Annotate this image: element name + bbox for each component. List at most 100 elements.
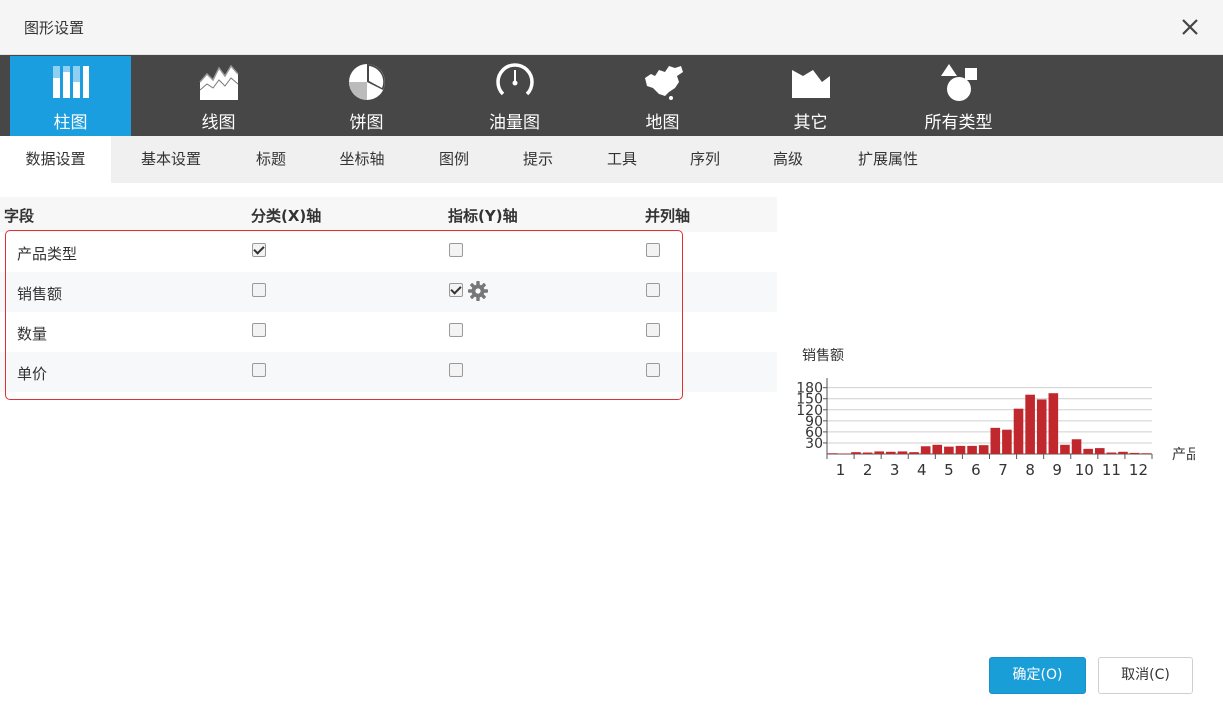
bar <box>1002 429 1012 454</box>
tab-tools[interactable]: 工具 <box>596 136 648 183</box>
x-tick-label: 2 <box>863 461 873 479</box>
y-axis-checkbox[interactable] <box>449 243 463 257</box>
bar <box>990 427 1001 454</box>
field-table: 字段 分类(X)轴 指标(Y)轴 并列轴 产品类型 销售额 数量 单价 <box>0 197 777 392</box>
parallel-axis-checkbox[interactable] <box>646 243 660 257</box>
chart-type-label: 饼图 <box>349 113 384 133</box>
header-field: 字段 <box>4 207 35 225</box>
x-tick-label: 7 <box>998 461 1008 479</box>
chart-type-label: 地图 <box>645 113 680 133</box>
tab-data-settings[interactable]: 数据设置 <box>0 136 111 183</box>
x-axis-checkbox[interactable] <box>252 363 266 377</box>
tab-basic-settings[interactable]: 基本设置 <box>126 136 216 183</box>
bar <box>886 451 896 454</box>
bar <box>839 453 850 455</box>
chart-type-all[interactable]: 所有类型 <box>898 56 1019 136</box>
bar <box>1036 399 1047 454</box>
bar <box>1118 451 1128 454</box>
bar <box>955 445 966 454</box>
bar <box>1083 448 1093 454</box>
bar-chart-icon <box>52 66 89 98</box>
chart-type-label: 柱图 <box>53 113 88 133</box>
chart-type-label: 油量图 <box>489 113 540 133</box>
chart-type-map[interactable]: 地图 <box>602 56 723 136</box>
bar <box>1025 394 1035 454</box>
x-axis-label: 产品 <box>1172 447 1195 463</box>
bar <box>1094 448 1105 454</box>
chart-preview: 销售额3060901201501801 2 3 4 5 6 7 8 9 10 11 12产品 <box>796 348 1195 479</box>
tab-series[interactable]: 序列 <box>679 136 731 183</box>
header-parallel-axis: 并列轴 <box>645 207 691 225</box>
y-tick-label: 180 <box>796 381 823 397</box>
tab-title[interactable]: 标题 <box>244 136 298 183</box>
chart-type-pie[interactable]: 饼图 <box>306 56 427 136</box>
x-axis-checkbox[interactable] <box>252 243 266 257</box>
bar <box>1106 452 1117 454</box>
gauge-icon <box>495 63 534 101</box>
china-map-icon <box>644 66 683 100</box>
x-axis-checkbox[interactable] <box>252 283 266 297</box>
bar <box>828 453 838 454</box>
pie-chart-icon <box>348 64 385 100</box>
field-table-header: 字段 分类(X)轴 指标(Y)轴 并列轴 <box>0 197 777 232</box>
parallel-axis-checkbox[interactable] <box>646 323 660 337</box>
chart-type-label: 线图 <box>201 113 236 133</box>
x-tick-label: 9 <box>1052 461 1062 479</box>
bar <box>874 451 885 454</box>
x-tick-label: 3 <box>890 461 900 479</box>
bar <box>851 452 861 454</box>
chart-type-other[interactable]: 其它 <box>750 56 871 136</box>
chart-type-label: 其它 <box>793 113 828 133</box>
bar <box>1141 453 1151 454</box>
bar <box>967 445 977 454</box>
x-tick-label: 4 <box>917 461 927 479</box>
tab-axis[interactable]: 坐标轴 <box>330 136 394 183</box>
cancel-button[interactable]: 取消(C) <box>1098 657 1193 694</box>
field-name: 产品类型 <box>17 245 78 263</box>
chart-type-gauge[interactable]: 油量图 <box>454 56 575 136</box>
table-row: 数量 <box>0 312 777 352</box>
x-tick-label: 8 <box>1025 461 1035 479</box>
series-label: 销售额 <box>802 348 844 364</box>
x-axis-checkbox[interactable] <box>252 323 266 337</box>
ok-button[interactable]: 确定(O) <box>989 657 1086 694</box>
y-axis-checkbox[interactable] <box>449 323 463 337</box>
field-name: 单价 <box>17 365 48 383</box>
bar <box>944 446 954 454</box>
x-tick-label: 5 <box>944 461 954 479</box>
close-icon[interactable] <box>1177 14 1203 40</box>
x-tick-label: 11 <box>1102 461 1121 479</box>
bar <box>862 452 873 454</box>
chart-type-line[interactable]: 线图 <box>158 56 279 136</box>
gear-icon[interactable] <box>467 280 489 302</box>
chart-settings-dialog: 图形设置 柱图 线图 饼图 油量图 地图 其它 所有类型 数据设置 基本设置 标… <box>0 0 1223 711</box>
x-tick-label: 6 <box>971 461 981 479</box>
bar <box>1060 444 1070 454</box>
x-tick-label: 10 <box>1075 461 1094 479</box>
settings-tabs: 数据设置 基本设置 标题 坐标轴 图例 提示 工具 序列 高级 扩展属性 <box>0 136 1223 183</box>
field-name: 数量 <box>17 325 48 343</box>
x-tick-label: 1 <box>836 461 846 479</box>
table-row: 产品类型 <box>0 232 777 272</box>
shapes-icon <box>940 64 977 101</box>
chart-type-toolbar: 柱图 线图 饼图 油量图 地图 其它 所有类型 <box>0 55 1223 136</box>
chart-type-bar[interactable]: 柱图 <box>10 56 131 136</box>
bar <box>920 446 931 454</box>
tab-extended-properties[interactable]: 扩展属性 <box>848 136 928 183</box>
bar <box>909 452 919 454</box>
parallel-axis-checkbox[interactable] <box>646 283 660 297</box>
y-axis-checkbox[interactable] <box>449 363 463 377</box>
bar <box>1071 439 1082 454</box>
table-row: 销售额 <box>0 272 777 312</box>
field-name: 销售额 <box>17 285 63 303</box>
tab-legend[interactable]: 图例 <box>428 136 480 183</box>
tab-tooltip[interactable]: 提示 <box>512 136 564 183</box>
header-y-axis: 指标(Y)轴 <box>448 207 518 225</box>
dialog-title: 图形设置 <box>24 19 85 37</box>
title-bar: 图形设置 <box>0 0 1223 55</box>
table-row: 单价 <box>0 352 777 392</box>
tab-advanced[interactable]: 高级 <box>762 136 814 183</box>
parallel-axis-checkbox[interactable] <box>646 363 660 377</box>
y-axis-checkbox[interactable] <box>449 283 463 297</box>
bar <box>1129 452 1140 454</box>
